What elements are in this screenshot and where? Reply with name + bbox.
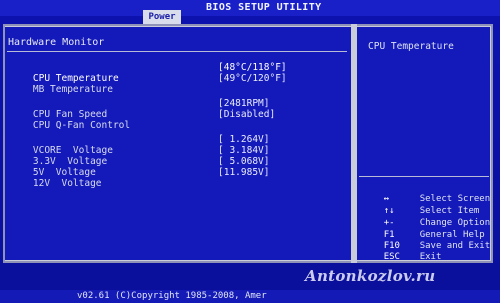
key-hint-text: Exit bbox=[419, 252, 442, 262]
help-divider bbox=[359, 176, 489, 177]
5v-voltage-value: [ 5.068V] bbox=[218, 156, 270, 167]
row-label: CPU Q-Fan Control bbox=[32, 120, 131, 131]
row-12v-voltage[interactable]: 12V Voltage bbox=[10, 167, 102, 200]
tab-power[interactable]: Power bbox=[143, 10, 181, 24]
section-title: Hardware Monitor bbox=[8, 37, 105, 48]
12v-voltage-value: [11.985V] bbox=[218, 167, 270, 178]
row-label: 12V Voltage bbox=[32, 178, 102, 189]
watermark: Antonkozlov.ru bbox=[305, 267, 436, 285]
bios-screen: BIOS SETUP UTILITY Power Hardware Monito… bbox=[0, 0, 500, 303]
3v3-voltage-value: [ 3.184V] bbox=[218, 145, 270, 156]
mb-temperature-value: [49°C/120°F] bbox=[218, 73, 287, 84]
vcore-voltage-value: [ 1.264V] bbox=[218, 134, 270, 145]
section-divider bbox=[7, 51, 347, 52]
copyright-text: v02.61 (C)Copyright 1985-2008, Amer bbox=[77, 291, 267, 301]
help-title: CPU Temperature bbox=[368, 41, 454, 52]
cpu-fan-speed-value: [2481RPM] bbox=[218, 98, 270, 109]
bios-title: BIOS SETUP UTILITY bbox=[206, 2, 322, 13]
cpu-qfan-control-value[interactable]: [Disabled] bbox=[218, 109, 275, 120]
row-label: MB Temperature bbox=[32, 84, 113, 95]
key-label: ESC bbox=[383, 252, 400, 262]
cpu-temperature-value: [48°C/118°F] bbox=[218, 62, 287, 73]
